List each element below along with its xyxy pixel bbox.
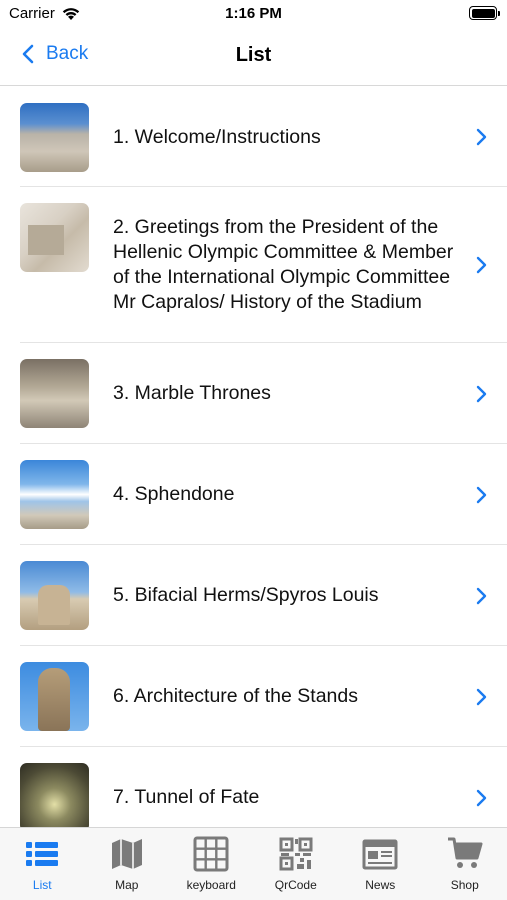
map-icon	[111, 839, 142, 869]
list-item[interactable]: 5. Bifacial Herms/Spyros Louis	[0, 545, 507, 646]
bifacial-herms-thumbnail	[20, 561, 89, 630]
tab-keyboard[interactable]: keyboard	[169, 828, 254, 900]
page-title: List	[235, 44, 272, 66]
clock: 1:16 PM	[225, 5, 282, 22]
list-item[interactable]: 7. Tunnel of Fate	[0, 747, 507, 827]
tab-shop[interactable]: Shop	[423, 828, 507, 900]
tab-qrcode[interactable]: QrCode	[254, 828, 339, 900]
list-item[interactable]: 1. Welcome/Instructions	[0, 87, 507, 187]
list-item-label: 6. Architecture of the Stands	[113, 685, 358, 707]
keyboard-icon	[193, 836, 229, 872]
list-item-label: 1. Welcome/Instructions	[113, 125, 321, 148]
list-item-label: 2. Greetings from the President of the H…	[113, 216, 454, 313]
chevron-right-icon	[476, 688, 487, 705]
list-item-label: 5. Bifacial Herms/Spyros Louis	[113, 584, 379, 606]
tab-list[interactable]: List	[0, 828, 85, 900]
tab-news[interactable]: News	[338, 828, 423, 900]
tab-label: News	[365, 878, 396, 892]
cart-icon	[447, 837, 483, 868]
sphendone-thumbnail	[20, 460, 89, 529]
marble-blocks-thumbnail	[20, 203, 89, 272]
list-item[interactable]: 6. Architecture of the Stands	[0, 646, 507, 747]
chevron-right-icon	[476, 587, 487, 604]
tab-label: keyboard	[186, 878, 236, 892]
news-icon	[362, 839, 398, 870]
tab-label: Map	[115, 878, 139, 892]
chevron-right-icon	[476, 128, 487, 146]
list-icon	[26, 842, 59, 866]
list-item-label: 3. Marble Thrones	[113, 382, 271, 404]
tab-bar: List Map keyboard QrCode News Shop	[0, 827, 507, 900]
battery-icon	[469, 6, 500, 20]
tab-map[interactable]: Map	[85, 828, 170, 900]
stadium-panorama-thumbnail	[20, 102, 89, 172]
tab-label: Shop	[450, 878, 479, 892]
list-item[interactable]: 2. Greetings from the President of the H…	[0, 187, 507, 343]
list-item-label: 7. Tunnel of Fate	[113, 786, 260, 808]
list-item[interactable]: 4. Sphendone	[0, 444, 507, 545]
marble-thrones-thumbnail	[20, 359, 89, 428]
statue-thumbnail	[20, 662, 89, 731]
status-bar: Carrier 1:16 PM	[0, 0, 507, 30]
chevron-right-icon	[476, 385, 487, 402]
chevron-right-icon	[476, 486, 487, 503]
chevron-right-icon	[476, 789, 487, 806]
tunnel-thumbnail	[20, 763, 89, 827]
qrcode-icon	[279, 837, 313, 871]
list-item[interactable]: 3. Marble Thrones	[0, 343, 507, 444]
chevron-right-icon	[476, 256, 487, 274]
tab-label: List	[32, 878, 52, 892]
list-item-label: 4. Sphendone	[113, 483, 235, 505]
tab-label: QrCode	[274, 878, 317, 892]
item-list: 1. Welcome/Instructions 2. Greetings fro…	[0, 87, 507, 827]
navigation-bar: Back List	[0, 30, 507, 86]
